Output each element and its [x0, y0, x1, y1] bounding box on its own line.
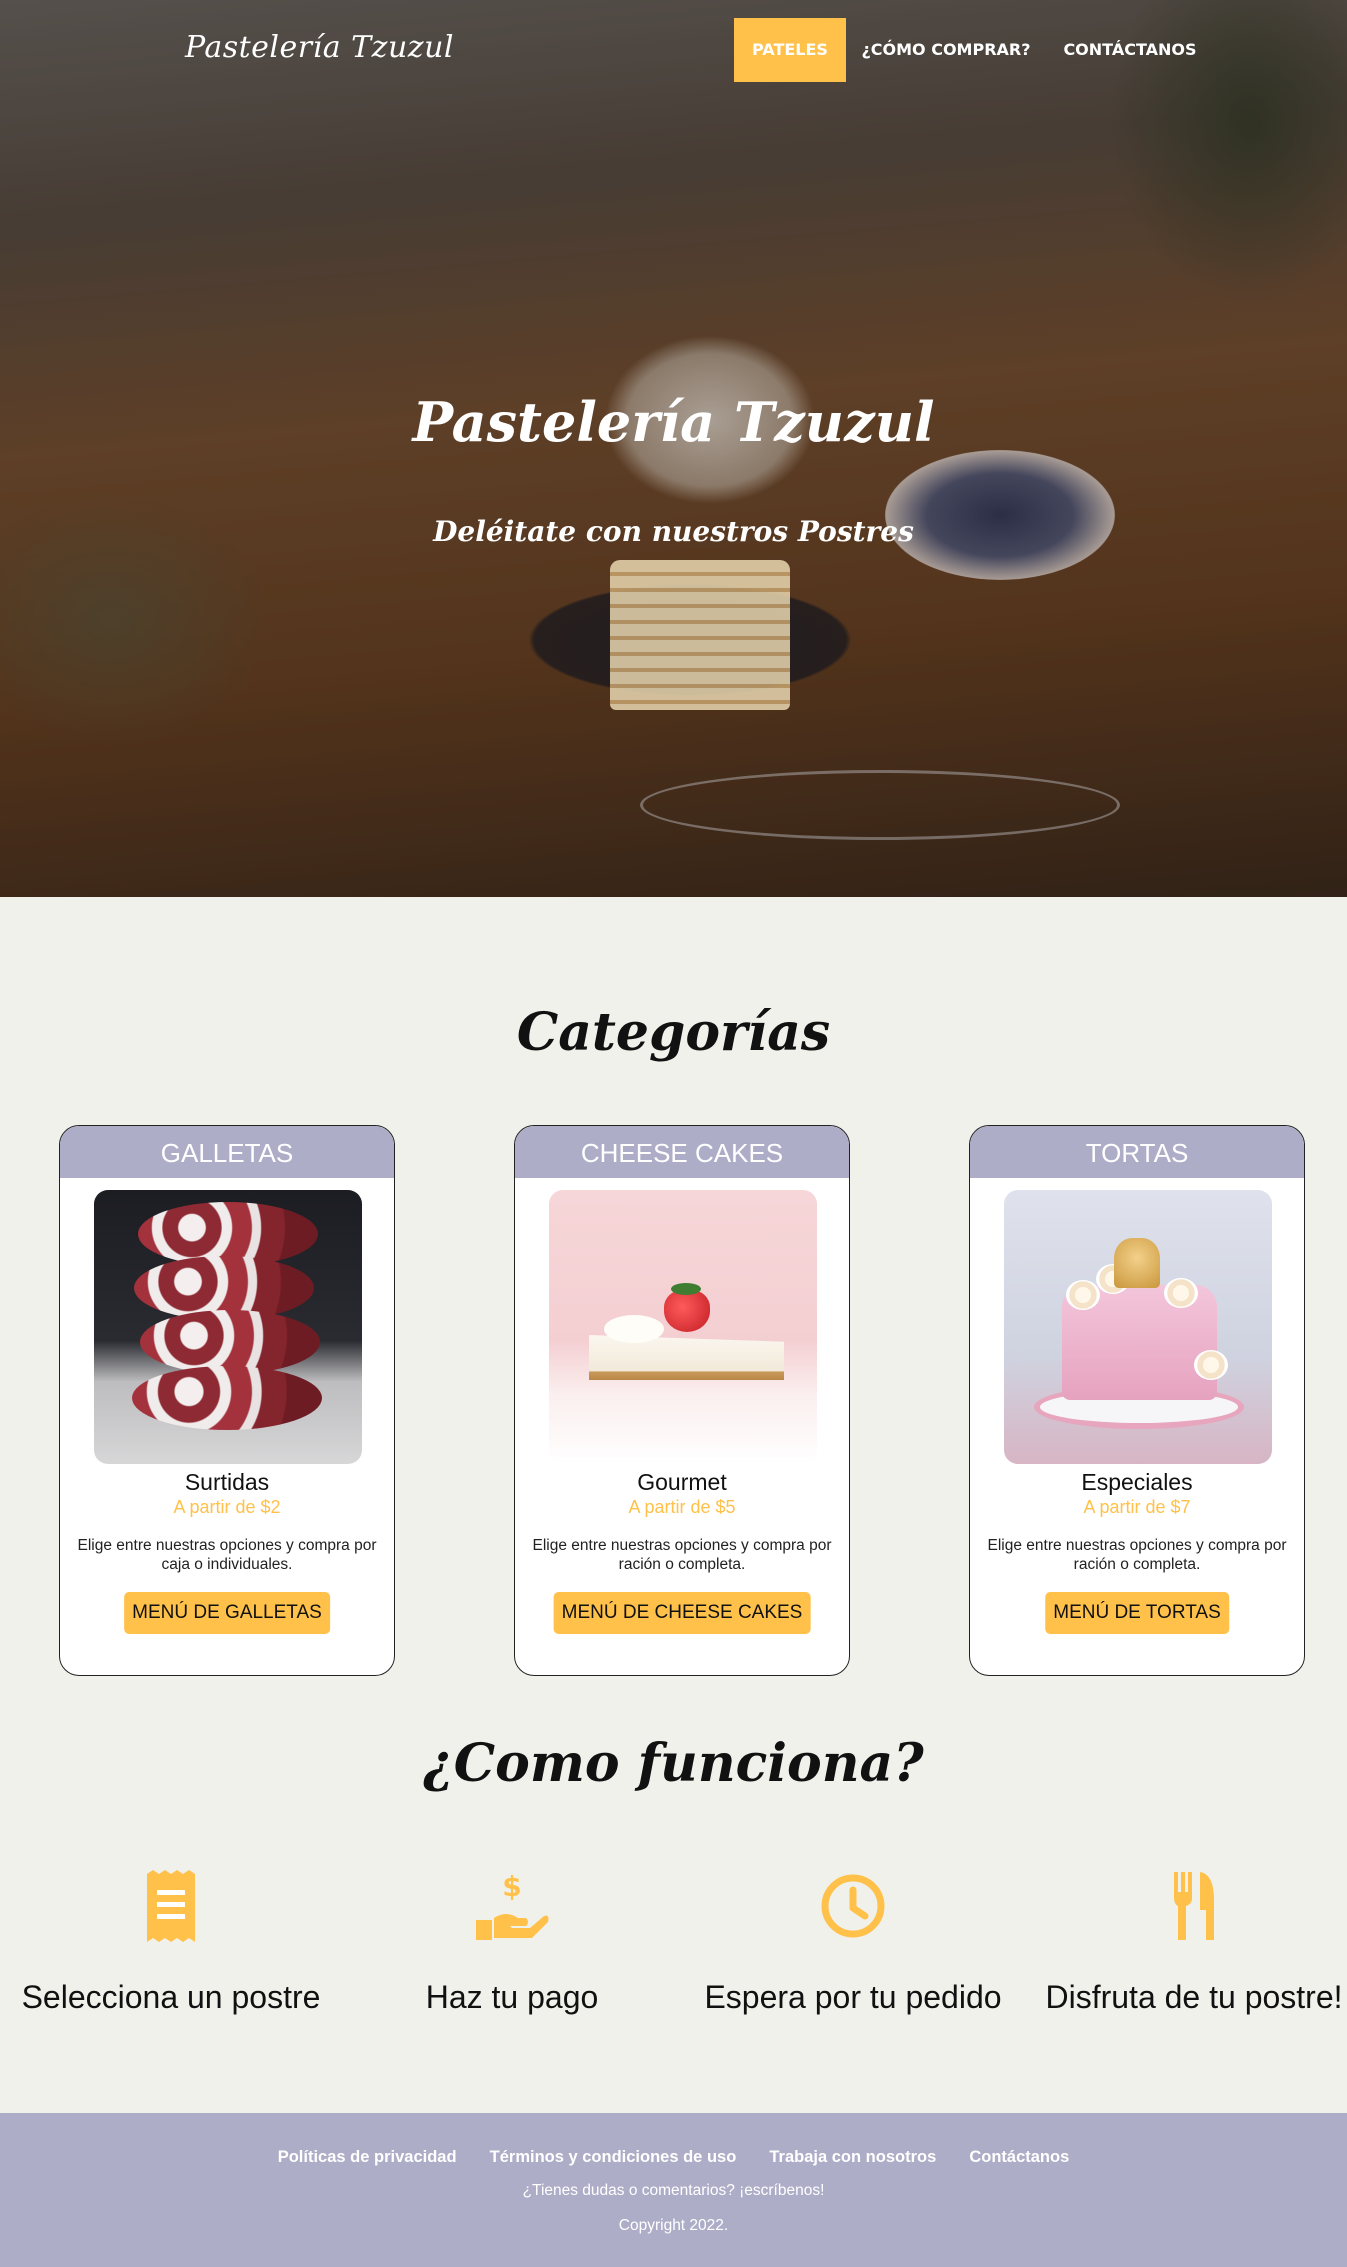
footer-question: ¿Tienes dudas o comentarios? ¡escríbenos… [522, 2182, 825, 2199]
card-price: A partir de $5 [628, 1497, 736, 1517]
nav-item-como-comprar[interactable]: ¿CÓMO COMPRAR? [856, 18, 1036, 82]
strawberry-leaf [671, 1283, 701, 1295]
footer-copyright: Copyright 2022. [618, 2217, 729, 2234]
footer-link-terms[interactable]: Términos y condiciones de uso [490, 2148, 737, 2167]
cheesecake-image [549, 1190, 817, 1464]
menu-cheese-cakes-button[interactable]: MENÚ DE CHEESE CAKES [553, 1592, 811, 1634]
rose [1066, 1280, 1100, 1310]
card-description: Elige entre nuestras opciones y compra p… [532, 1537, 832, 1573]
step-pay: $ Haz tu pago [362, 1870, 662, 2017]
card-name: Surtidas [184, 1469, 270, 1495]
step-select: Selecciona un postre [21, 1870, 321, 2017]
footer-link-contact[interactable]: Contáctanos [969, 2148, 1069, 2167]
step-enjoy: Disfruta de tu postre! [1044, 1870, 1344, 2017]
nav-item-pasteles[interactable]: PATELES [734, 18, 846, 82]
utensils-icon [1154, 1870, 1234, 1942]
step-label: Disfruta de tu postre! [1045, 1979, 1343, 2015]
card-header: GALLETAS [60, 1126, 394, 1178]
svg-text:$: $ [502, 1870, 521, 1903]
category-card-galletas: GALLETAS Surtidas A partir de $2 Elige e… [59, 1125, 395, 1676]
card-header: TORTAS [970, 1126, 1304, 1178]
menu-galletas-button[interactable]: MENÚ DE GALLETAS [124, 1592, 330, 1634]
torta-image [1004, 1190, 1272, 1464]
card-name: Gourmet [637, 1469, 727, 1495]
card-price: A partir de $2 [173, 1497, 281, 1517]
cookie [140, 1310, 320, 1374]
hero-whisk [640, 770, 1120, 840]
brand-logo[interactable]: Pastelería Tzuzul [185, 30, 454, 65]
gold-topper [1114, 1238, 1160, 1288]
menu-tortas-button[interactable]: MENÚ DE TORTAS [1045, 1592, 1229, 1634]
nav-item-contactanos[interactable]: CONTÁCTANOS [1046, 18, 1214, 82]
footer-links: Políticas de privacidad Términos y condi… [0, 2147, 1347, 2167]
cheesecake-slice [589, 1335, 784, 1380]
category-card-cheese-cakes: CHEESE CAKES Gourmet A partir de $5 Elig… [514, 1125, 850, 1676]
footer: Políticas de privacidad Términos y condi… [0, 2113, 1347, 2267]
hand-dollar-icon: $ [472, 1870, 552, 1942]
card-description: Elige entre nuestras opciones y compra p… [987, 1537, 1287, 1573]
card-name: Especiales [1081, 1469, 1193, 1495]
footer-link-privacy[interactable]: Políticas de privacidad [278, 2148, 457, 2167]
rose [1194, 1350, 1228, 1380]
step-label: Haz tu pago [425, 1979, 599, 2015]
clock-icon [813, 1870, 893, 1942]
footer-link-jobs[interactable]: Trabaja con nosotros [769, 2148, 936, 2167]
step-wait: Espera por tu pedido [703, 1870, 1003, 2017]
receipt-icon [131, 1870, 211, 1942]
hero-title: Pastelería Tzuzul [412, 390, 935, 454]
card-description: Elige entre nuestras opciones y compra p… [77, 1537, 377, 1573]
hero-section: Pastelería Tzuzul PATELES ¿CÓMO COMPRAR?… [0, 0, 1347, 897]
hero-subtitle: Deléitate con nuestros Postres [433, 515, 914, 548]
step-label: Selecciona un postre [21, 1979, 321, 2015]
how-it-works-title: ¿Como funciona? [423, 1733, 924, 1794]
strawberry [664, 1290, 710, 1332]
categories-title: Categorías [516, 1002, 831, 1063]
cookie [132, 1366, 322, 1430]
rose [1164, 1278, 1198, 1308]
whipped-cream [604, 1315, 664, 1343]
card-price: A partir de $7 [1083, 1497, 1191, 1517]
card-header: CHEESE CAKES [515, 1126, 849, 1178]
category-card-tortas: TORTAS Especiales A partir de $7 Elige e… [969, 1125, 1305, 1676]
step-label: Espera por tu pedido [704, 1979, 1002, 2015]
navbar: Pastelería Tzuzul PATELES ¿CÓMO COMPRAR?… [0, 0, 1347, 100]
cookies-image [94, 1190, 362, 1464]
hero-cake-slice [610, 560, 790, 710]
